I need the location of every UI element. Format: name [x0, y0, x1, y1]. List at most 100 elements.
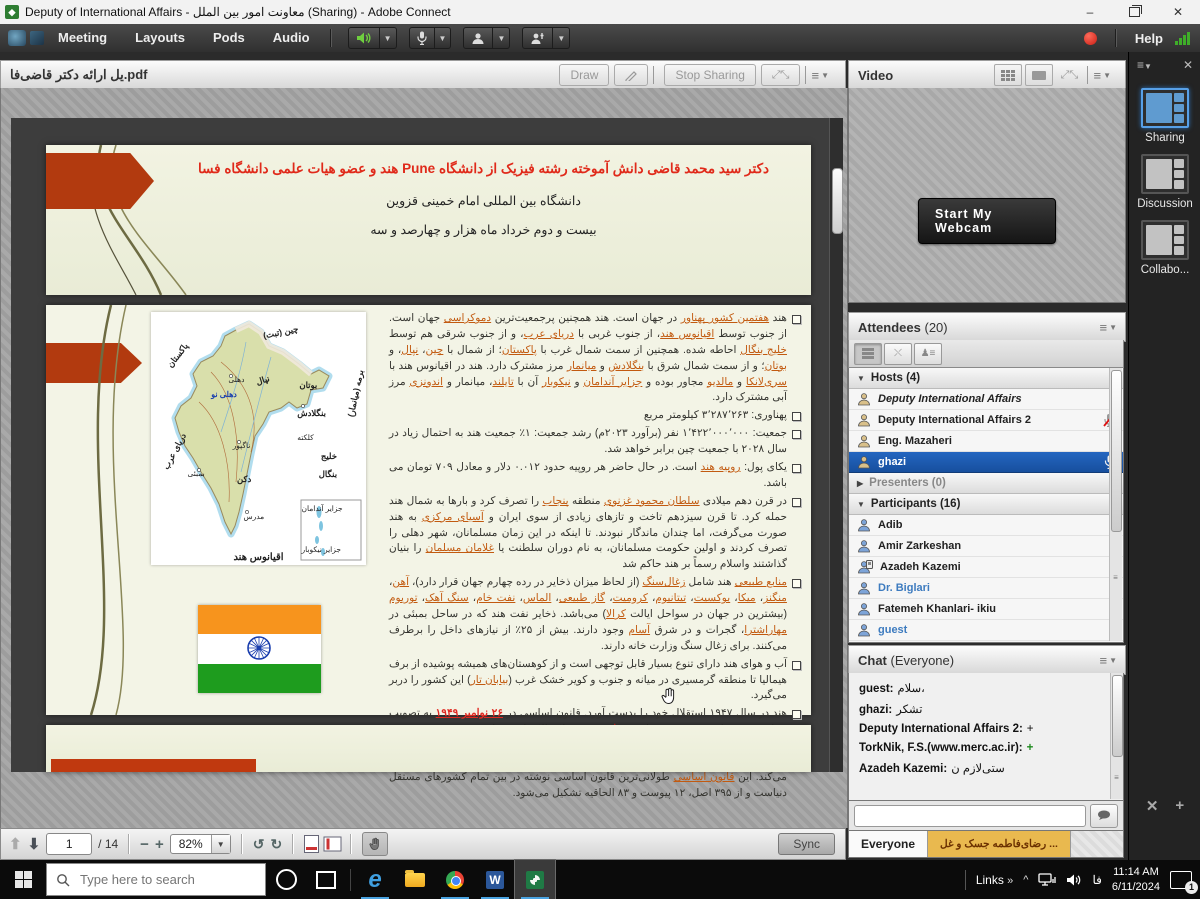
page-down-button[interactable]: ⬇	[28, 835, 41, 853]
bullet-square-icon	[792, 661, 801, 670]
fit-width-button[interactable]	[324, 837, 342, 852]
attendee-row[interactable]: Azadeh Kazemi	[849, 557, 1123, 578]
taskbar-adobe-connect[interactable]	[515, 860, 555, 899]
webcam-dropdown[interactable]: ▼	[493, 27, 510, 49]
attendee-row[interactable]: Amir Zarkeshan	[849, 536, 1123, 557]
speaker-button[interactable]	[348, 27, 380, 49]
attendee-list-view-button[interactable]	[854, 343, 882, 365]
video-pod-options-menu[interactable]: ≡▼	[1093, 68, 1111, 83]
links-toolbar[interactable]: Links »	[976, 873, 1013, 887]
taskbar-word[interactable]: W	[475, 860, 515, 899]
attendee-row[interactable]: Adib	[849, 515, 1123, 536]
chat-tab-everyone[interactable]: Everyone	[849, 831, 928, 857]
close-button[interactable]: ✕	[1156, 0, 1200, 24]
chat-pod-options-menu[interactable]: ≡▼	[1099, 653, 1117, 668]
attendee-status-view-button[interactable]: ♟≡	[914, 343, 942, 365]
page-number-input[interactable]	[46, 833, 92, 855]
menu-layouts[interactable]: Layouts	[121, 24, 199, 52]
start-webcam-button[interactable]: Start My Webcam	[918, 198, 1056, 244]
start-button[interactable]	[0, 860, 46, 899]
breakout-view-button[interactable]: ⤬	[884, 343, 912, 365]
volume-icon[interactable]	[1066, 873, 1082, 887]
status-dropdown[interactable]: ▼	[553, 27, 570, 49]
minimize-button[interactable]: –	[1068, 0, 1112, 24]
layout-item-discussion[interactable]: Discussion	[1129, 154, 1200, 210]
page-up-button[interactable]: ⬆	[9, 835, 22, 853]
taskbar-chrome[interactable]	[435, 860, 475, 899]
file-explorer-icon	[405, 873, 425, 887]
attendee-row[interactable]: Eng. Mazaheri	[849, 431, 1123, 452]
rail-close-icon[interactable]: ✕	[1183, 58, 1193, 72]
stop-sharing-button[interactable]: Stop Sharing	[664, 64, 755, 86]
divider	[965, 870, 966, 890]
taskbar-clock[interactable]: 11:14 AM6/11/2024	[1112, 865, 1160, 894]
slide-2: پاکستانچین (تبت)نپالبوتانبرمه (میانمار)ب…	[46, 305, 811, 715]
sync-button[interactable]: Sync	[778, 833, 835, 855]
chat-message-input[interactable]	[854, 805, 1086, 827]
attendees-pod-options-menu[interactable]: ≡▼	[1099, 320, 1117, 335]
redo-button[interactable]: ↻	[270, 836, 282, 853]
webcam-button[interactable]	[463, 27, 493, 49]
hosts-section-header[interactable]: ▼Hosts (4)	[849, 368, 1123, 389]
attendee-row[interactable]: Dr. Biglari	[849, 578, 1123, 599]
video-fullscreen-icon[interactable]: ⤢⤡	[1056, 65, 1082, 85]
bullet-text: جمعیت: ۱٬۴۲۲٬۰۰۰٬۰۰۰ نفر (برآورد ۲۰۲۳م) …	[389, 426, 787, 458]
connection-signal-icon[interactable]	[1175, 32, 1190, 45]
speaker-icon	[356, 31, 372, 45]
search-input[interactable]	[78, 871, 232, 888]
cortana-button[interactable]	[266, 860, 306, 899]
chat-tab-private[interactable]: ... رضای‌فاطمه جسک و غل	[928, 831, 1071, 857]
scrollbar-thumb[interactable]	[832, 168, 843, 234]
undo-button[interactable]: ↺	[253, 836, 265, 853]
menu-pods[interactable]: Pods	[199, 24, 259, 52]
draw-button[interactable]: Draw	[559, 64, 609, 86]
taskbar-search[interactable]	[46, 863, 266, 896]
language-indicator[interactable]: فا	[1092, 873, 1101, 887]
attendee-phone-icon	[857, 560, 873, 574]
hand-tool-button[interactable]	[362, 832, 388, 856]
attendees-scrollbar[interactable]: ≡	[1109, 368, 1122, 641]
layout-item-collabo[interactable]: Collabo...	[1129, 220, 1200, 276]
zoom-out-button[interactable]: −	[140, 837, 149, 852]
menu-meeting[interactable]: Meeting	[44, 24, 121, 52]
zoom-in-button[interactable]: +	[155, 837, 164, 852]
delete-layout-icon[interactable]: ✕	[1146, 797, 1159, 815]
zoom-level-dropdown[interactable]: 82% ▼	[170, 834, 231, 854]
task-view-button[interactable]	[306, 860, 346, 899]
chat-scrollbar[interactable]: ≡	[1110, 673, 1123, 799]
action-center-icon[interactable]: 1	[1170, 871, 1192, 889]
recording-indicator-icon[interactable]	[1084, 32, 1097, 45]
slide-1: دکتر سید محمد قاضی دانش آموخته رشته فیزی…	[46, 145, 811, 295]
restore-button[interactable]	[1112, 0, 1156, 24]
attendee-row[interactable]: ghazi	[849, 452, 1123, 473]
network-icon[interactable]	[1038, 873, 1056, 887]
microphone-dropdown[interactable]: ▼	[435, 27, 452, 49]
attendee-row[interactable]: Deputy International Affairs 2	[849, 410, 1123, 431]
help-menu[interactable]: Help	[1135, 31, 1163, 46]
send-message-button[interactable]	[1090, 804, 1118, 828]
participants-section-header[interactable]: ▼Participants (16)	[849, 494, 1123, 515]
attendee-person-icon	[857, 623, 871, 637]
filmstrip-view-icon[interactable]	[1025, 64, 1053, 86]
add-layout-icon[interactable]: +	[1175, 797, 1184, 815]
attendee-name: Adib	[878, 519, 902, 531]
microphone-button[interactable]	[409, 27, 435, 49]
grid-view-icon[interactable]	[994, 64, 1022, 86]
attendee-row[interactable]: Deputy International Affairs	[849, 389, 1123, 410]
show-hidden-icons-chevron[interactable]: ^	[1023, 874, 1028, 886]
layout-item-sharing[interactable]: Sharing	[1129, 88, 1200, 144]
speaker-dropdown[interactable]: ▼	[380, 27, 397, 49]
taskbar-edge[interactable]: e	[355, 860, 395, 899]
rail-options-menu[interactable]: ≡▼	[1137, 58, 1152, 72]
attendee-row[interactable]: Fatemeh Khanlari- ikiu	[849, 599, 1123, 620]
status-button[interactable]	[522, 27, 553, 49]
fullscreen-button[interactable]: ⤢⤡	[761, 64, 801, 86]
document-scrollbar[interactable]	[829, 118, 843, 772]
fit-page-button[interactable]	[304, 835, 319, 853]
pointer-tool-button[interactable]	[614, 64, 648, 86]
attendee-row[interactable]: guest	[849, 620, 1123, 641]
taskbar-file-explorer[interactable]	[395, 860, 435, 899]
pod-options-menu[interactable]: ≡▼	[811, 68, 829, 83]
presenters-section-header[interactable]: ▶Presenters (0)	[849, 473, 1123, 494]
menu-audio[interactable]: Audio	[259, 24, 324, 52]
